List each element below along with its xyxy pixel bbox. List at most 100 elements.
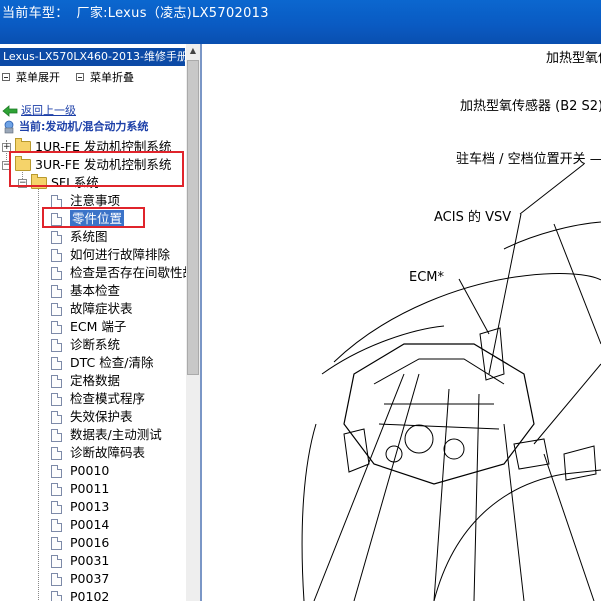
collapse-all-label: 菜单折叠	[90, 71, 134, 84]
tree-item[interactable]: P0031	[51, 552, 109, 570]
collapse-all-menu[interactable]: 菜单折叠	[76, 69, 134, 85]
document-icon	[51, 554, 62, 568]
leader-line	[313, 373, 405, 601]
document-icon	[51, 518, 62, 532]
document-icon	[51, 194, 62, 208]
tree-item[interactable]: 如何进行故障排除	[51, 246, 170, 264]
title-bar: 当前车型： 厂家:Lexus（凌志)LX5702013	[0, 0, 601, 44]
navigation-panel: Lexus-LX570LX460-2013-维修手册 菜单展开 菜单折叠 返回上…	[0, 44, 202, 601]
tree-item-label: 检查模式程序	[70, 391, 146, 406]
leader-line-ecm	[458, 278, 490, 335]
tree-item[interactable]: 失效保护表	[51, 408, 133, 426]
tree-item-label: P0102	[70, 589, 110, 601]
label-heated-o2-sensor-b2s2: 加热型氧传感器 (B2 S2)	[460, 99, 601, 114]
tree-item-label: P0037	[70, 571, 110, 586]
document-icon	[51, 446, 62, 460]
tree-scrollbar[interactable]: ▲	[186, 44, 200, 601]
tree-item[interactable]: P0102	[51, 588, 109, 601]
tree-item[interactable]: P0013	[51, 498, 109, 516]
document-icon	[51, 338, 62, 352]
document-icon	[51, 374, 62, 388]
tree-item-label: 检查是否存在间歇性故障	[70, 265, 202, 280]
label-acis-vsv: ACIS 的 VSV	[434, 210, 512, 225]
leader-line	[519, 163, 585, 215]
document-icon	[51, 590, 62, 601]
tree-item-label: 系统图	[70, 229, 108, 244]
label-ecm: ECM*	[409, 270, 445, 285]
tree-item[interactable]: 基本检查	[51, 282, 120, 300]
tree-item-label: 数据表/主动测试	[70, 427, 162, 442]
document-icon	[51, 248, 62, 262]
leader-line	[353, 373, 420, 601]
wheel-arch	[433, 469, 601, 601]
leader-line	[433, 388, 450, 601]
fender-line	[301, 423, 317, 601]
tree-item[interactable]: P0016	[51, 534, 109, 552]
tree-item-label: 故障症状表	[70, 301, 133, 316]
tree-item[interactable]: 诊断系统	[51, 336, 120, 354]
tree-item[interactable]: 定格数据	[51, 372, 120, 390]
document-icon	[51, 500, 62, 514]
tree-item-label: P0011	[70, 481, 110, 496]
tree-item[interactable]: DTC 检查/清除	[51, 354, 153, 372]
tree-item-label: 诊断系统	[70, 337, 121, 352]
tree-item[interactable]: 诊断故障码表	[51, 444, 145, 462]
engine-block	[343, 343, 535, 485]
current-vehicle-label: 当前车型：	[2, 6, 69, 21]
hood-outline	[333, 273, 601, 363]
document-icon	[51, 356, 62, 370]
label-heated-o2-sensor: 加热型氧传感器	[546, 51, 601, 66]
tree-item-label: P0010	[70, 463, 110, 478]
tree-connector	[38, 188, 39, 601]
document-icon	[51, 572, 62, 586]
document-icon	[51, 482, 62, 496]
tree-item[interactable]: P0010	[51, 462, 109, 480]
current-location: 当前:发动机/混合动力系统	[2, 118, 148, 136]
tree-item[interactable]: 故障症状表	[51, 300, 133, 318]
tree-item[interactable]: P0014	[51, 516, 109, 534]
pillar-line	[553, 223, 601, 345]
scrollbar-thumb[interactable]	[187, 60, 199, 375]
tree-item-label: 失效保护表	[70, 409, 133, 424]
diagram-viewer: 加热型氧传感器 加热型氧传感器 (B2 S2) 驻车档 / 空档位置开关 — A…	[204, 44, 601, 601]
document-icon	[51, 230, 62, 244]
pulley	[443, 438, 465, 460]
current-vehicle-value: 厂家:Lexus（凌志)LX5702013	[76, 6, 269, 21]
manual-title: Lexus-LX570LX460-2013-维修手册	[0, 48, 185, 66]
engine-parts-diagram	[301, 163, 601, 601]
document-icon	[51, 320, 62, 334]
tree-item[interactable]: 系统图	[51, 228, 108, 246]
current-location-label: 当前:发动机/混合动力系统	[19, 120, 149, 133]
document-icon	[51, 464, 62, 478]
ecm-unit	[479, 327, 505, 381]
document-icon	[51, 266, 62, 280]
leader-line	[473, 393, 480, 601]
expand-all-menu[interactable]: 菜单展开	[2, 69, 60, 85]
location-icon	[4, 120, 14, 134]
tree-item[interactable]: 数据表/主动测试	[51, 426, 162, 444]
document-icon	[51, 284, 62, 298]
annotation-highlight-parts-location	[42, 207, 145, 228]
tree-item[interactable]: P0037	[51, 570, 109, 588]
leader-line	[533, 363, 601, 445]
engine-detail	[378, 423, 500, 430]
tree-item[interactable]: P0011	[51, 480, 109, 498]
tree-item-label: 诊断故障码表	[70, 445, 146, 460]
tree-item-label: P0016	[70, 535, 110, 550]
tree-item-label: P0031	[70, 553, 110, 568]
tree-item[interactable]: 检查模式程序	[51, 390, 145, 408]
sensor-left	[343, 428, 370, 473]
annotation-highlight-3ur-fe	[9, 151, 184, 187]
scroll-up-icon[interactable]: ▲	[186, 46, 200, 58]
document-icon	[51, 410, 62, 424]
collapse-icon	[76, 73, 84, 81]
leader-line-acis	[488, 213, 522, 375]
tree-item[interactable]: 检查是否存在间歇性故障	[51, 264, 202, 282]
tree-item-label: 定格数据	[70, 373, 121, 388]
document-icon	[51, 302, 62, 316]
sensor-mid	[513, 438, 550, 470]
pulley	[404, 424, 434, 454]
tree-item-label: DTC 检查/清除	[70, 355, 154, 370]
tree-item[interactable]: ECM 端子	[51, 318, 126, 336]
tree-item-label: P0014	[70, 517, 110, 532]
